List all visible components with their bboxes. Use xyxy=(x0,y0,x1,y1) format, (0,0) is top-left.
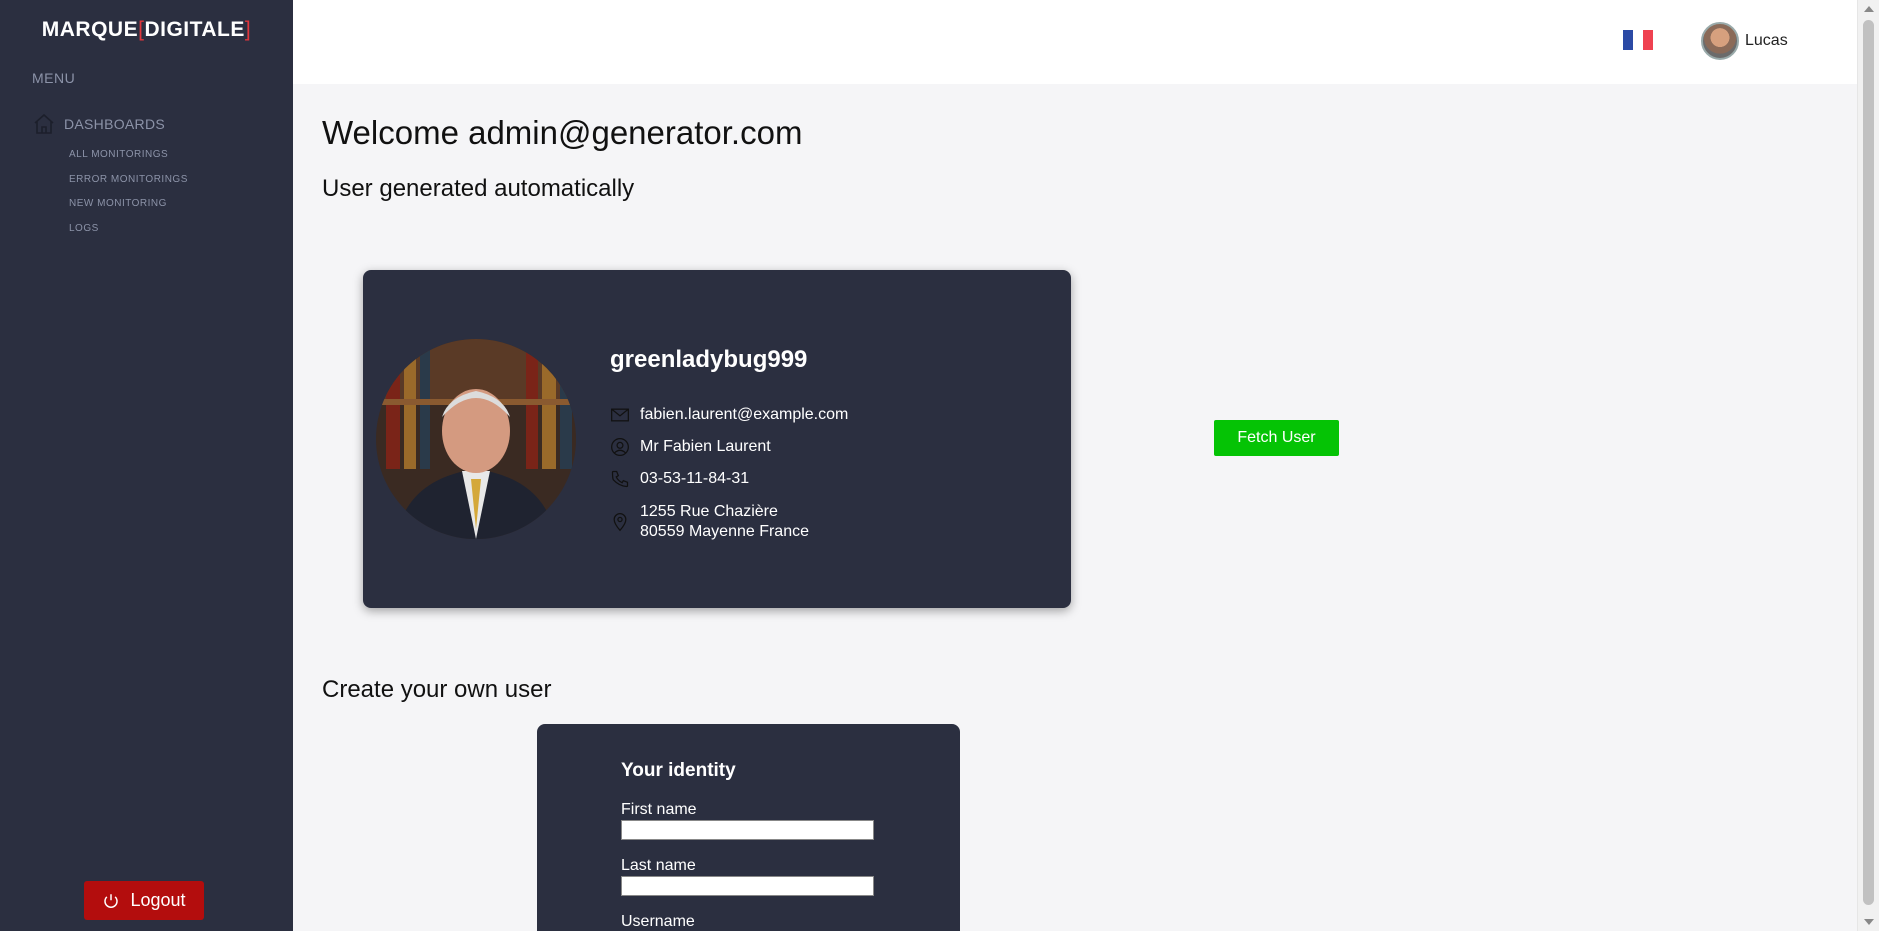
card-phone: 03-53-11-84-31 xyxy=(640,470,750,487)
dashboards-submenu: ALL MONITORINGS ERROR MONITORINGS NEW MO… xyxy=(69,148,188,246)
phone-row: 03-53-11-84-31 xyxy=(610,469,749,489)
address-row: 1255 Rue Chazière 80559 Mayenne France xyxy=(610,502,809,542)
power-icon xyxy=(104,893,119,908)
sidebar: MARQUE[DIGITALE] MENU DASHBOARDS ALL MON… xyxy=(0,0,293,931)
email-row: fabien.laurent@example.com xyxy=(610,405,848,425)
phone-icon xyxy=(611,470,629,488)
first-name-label: First name xyxy=(621,801,697,818)
create-user-heading: Create your own user xyxy=(322,676,552,703)
user-card: greenladybug999 fabien.laurent@example.c… xyxy=(363,270,1071,608)
user-circle-icon xyxy=(611,438,629,456)
sidebar-item-dashboards-label: DASHBOARDS xyxy=(64,116,166,132)
last-name-field[interactable] xyxy=(621,876,874,896)
brand-bracket-close: ] xyxy=(244,18,252,41)
envelope-icon xyxy=(611,408,629,422)
first-name-field[interactable] xyxy=(621,820,874,840)
home-icon xyxy=(34,113,54,134)
sidebar-item-logs[interactable]: LOGS xyxy=(69,222,188,247)
brand-left: MARQUE xyxy=(41,18,139,41)
welcome-title: Welcome admin@generator.com xyxy=(322,114,803,151)
scrollbar-thumb[interactable] xyxy=(1863,20,1874,905)
form-title: Your identity xyxy=(621,760,736,781)
user-avatar[interactable] xyxy=(1701,22,1739,60)
username-label: Username xyxy=(621,913,695,930)
sidebar-item-dashboards[interactable]: DASHBOARDS xyxy=(32,112,165,136)
scroll-down-arrow-icon[interactable] xyxy=(1864,919,1874,925)
france-flag-icon[interactable] xyxy=(1623,30,1653,50)
card-address: 1255 Rue Chazière 80559 Mayenne France xyxy=(640,502,809,542)
last-name-label: Last name xyxy=(621,857,696,874)
brand-mid: DIGITALE xyxy=(144,18,245,41)
logout-label: Logout xyxy=(130,890,186,910)
name-row: Mr Fabien Laurent xyxy=(610,437,771,457)
fetch-user-button[interactable]: Fetch User xyxy=(1214,420,1339,456)
auto-user-heading: User generated automatically xyxy=(322,175,635,202)
sidebar-item-new-monitoring[interactable]: NEW MONITORING xyxy=(69,197,188,222)
logout-button[interactable]: Logout xyxy=(84,881,204,920)
user-portrait xyxy=(376,339,576,539)
location-pin-icon xyxy=(613,513,627,532)
menu-title: MENU xyxy=(32,70,76,86)
sidebar-item-all-monitorings[interactable]: ALL MONITORINGS xyxy=(69,148,188,173)
card-email: fabien.laurent@example.com xyxy=(640,406,849,423)
brand-logo[interactable]: MARQUE[DIGITALE] xyxy=(0,18,293,42)
page-scrollbar[interactable] xyxy=(1857,0,1879,931)
card-username: greenladybug999 xyxy=(610,346,808,373)
card-fullname: Mr Fabien Laurent xyxy=(640,438,771,455)
user-name[interactable]: Lucas xyxy=(1745,32,1788,50)
scroll-up-arrow-icon[interactable] xyxy=(1864,6,1874,12)
card-address-line2: 80559 Mayenne France xyxy=(640,523,809,540)
create-user-form: Your identity First name Last name Usern… xyxy=(537,724,960,931)
sidebar-item-error-monitorings[interactable]: ERROR MONITORINGS xyxy=(69,173,188,198)
card-address-line1: 1255 Rue Chazière xyxy=(640,503,778,520)
